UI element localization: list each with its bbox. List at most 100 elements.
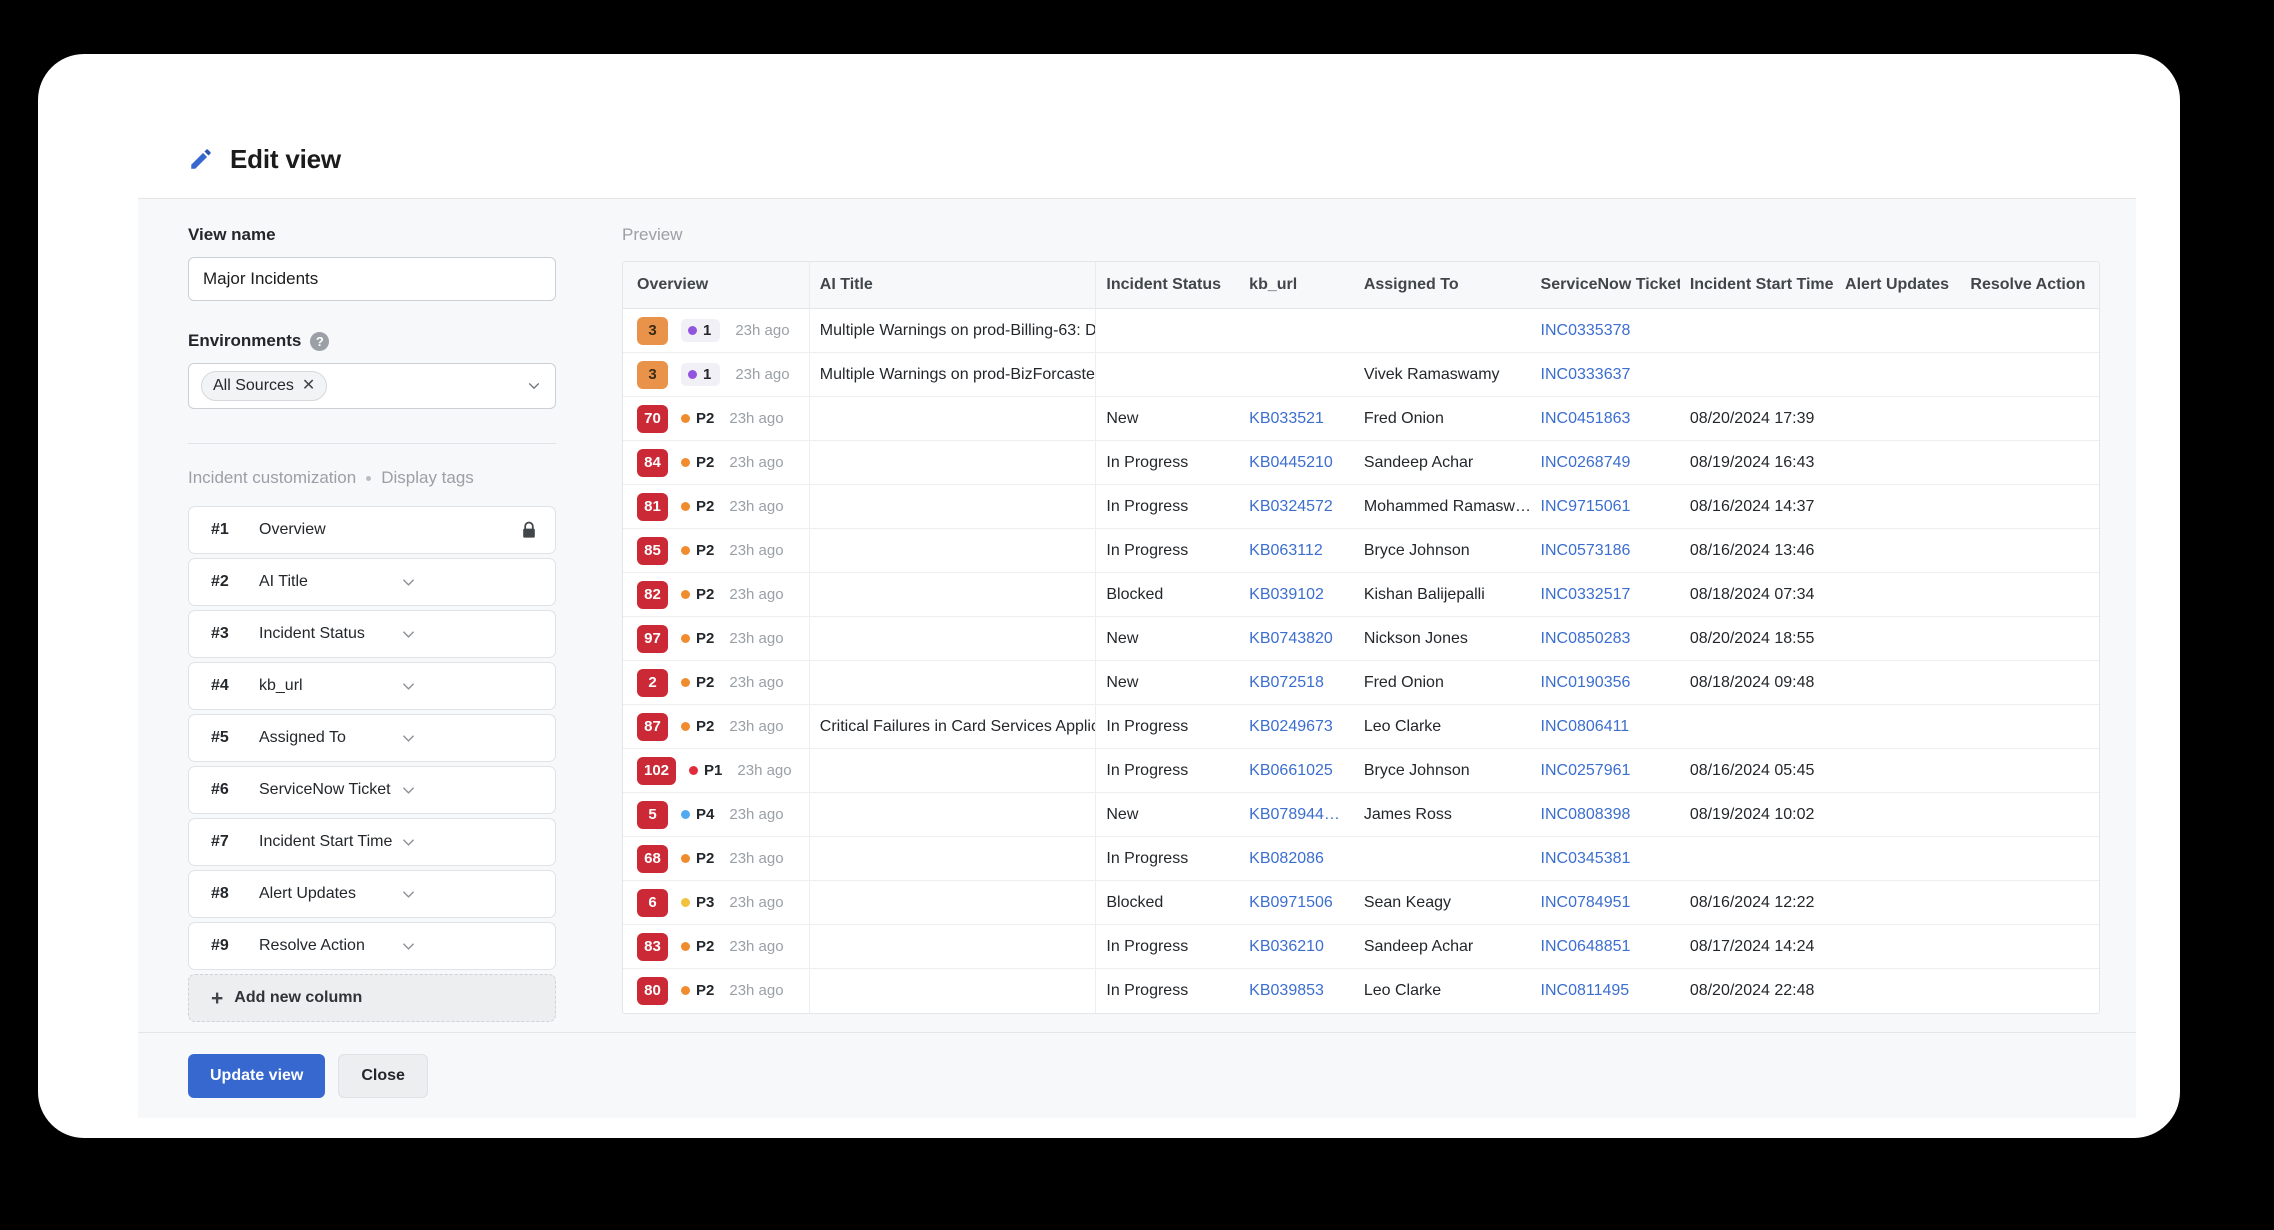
column-header-incident-start-time[interactable]: Incident Start Time [1679,262,1836,309]
close-button[interactable]: Close [338,1053,428,1098]
cell-alert-updates [1835,792,1961,837]
table-row[interactable]: 2 P2 23h ago New KB072518 Fred Onion INC019035… [623,660,2099,705]
table-row[interactable]: 97 P2 23h ago New KB0743820 Nickson Jones INC0… [623,616,2099,661]
cell-servicenow-ticket-value[interactable]: INC0257961 [1541,762,1631,779]
table-row[interactable]: 70 P2 23h ago New KB033521 Fred Onion INC04518… [623,396,2099,441]
priority-badge: P2 [681,850,714,867]
cell-ai-title [809,836,1097,881]
cell-servicenow-ticket-value[interactable]: INC9715061 [1541,498,1631,515]
chevron-down-icon[interactable] [401,939,416,954]
cell-kb-url-value[interactable]: KB0445210 [1249,454,1333,471]
column-item-resolve-action[interactable]: #9 Resolve Action [188,922,556,970]
column-item-kb-url[interactable]: #4 kb_url [188,662,556,710]
column-header-incident-status[interactable]: Incident Status [1095,262,1240,309]
cell-servicenow-ticket-value[interactable]: INC0811495 [1541,982,1630,999]
column-header-servicenow-ticket[interactable]: ServiceNow Ticket [1530,262,1680,309]
chevron-down-icon[interactable] [401,731,416,746]
cell-servicenow-ticket-value[interactable]: INC0333637 [1541,366,1631,383]
cell-ai-title: Critical Failures in Card Services Appli… [809,704,1097,749]
table-row[interactable]: 82 P2 23h ago Blocked KB039102 Kishan Balijep… [623,572,2099,617]
column-item-servicenow-ticket[interactable]: #6 ServiceNow Ticket [188,766,556,814]
question-mark-icon[interactable]: ? [310,331,330,351]
cell-assigned-to-value: Fred Onion [1363,673,1444,691]
column-item-incident-start-time[interactable]: #7 Incident Start Time [188,818,556,866]
column-item-ai-title[interactable]: #2 AI Title [188,558,556,606]
table-row[interactable]: 85 P2 23h ago In Progress KB063112 Bryce John… [623,528,2099,573]
table-row[interactable]: 5 P4 23h ago New KB078944… James Ross INC08083… [623,792,2099,837]
table-row[interactable]: 6 P3 23h ago Blocked KB0971506 Sean Keagy INC0… [623,880,2099,925]
chevron-down-icon[interactable] [401,887,416,902]
table-row[interactable]: 68 P2 23h ago In Progress KB082086 INC0345381 [623,836,2099,881]
column-header-overview[interactable]: Overview [623,262,810,309]
cell-servicenow-ticket-value[interactable]: INC0268749 [1541,454,1631,471]
relative-time: 23h ago [729,542,784,559]
cell-servicenow-ticket-value[interactable]: INC0190356 [1541,674,1631,691]
chevron-down-icon[interactable] [401,627,416,642]
cell-servicenow-ticket-value[interactable]: INC0648851 [1541,938,1631,955]
cell-servicenow-ticket-value[interactable]: INC0850283 [1541,630,1631,647]
close-icon[interactable]: ✕ [302,378,315,394]
priority-label: P2 [696,718,715,735]
cell-servicenow-ticket-value[interactable]: INC0573186 [1541,542,1631,559]
cell-assigned-to-value: James Ross [1363,805,1452,823]
column-rank: #1 [211,521,229,538]
table-row[interactable]: 3 1 23h ago Multiple Warnings on prod-BizFo… [623,352,2099,397]
chevron-down-icon[interactable] [401,679,416,694]
table-row[interactable]: 102 P1 23h ago In Progress KB0661025 Bryce Jo… [623,748,2099,793]
cell-kb-url-value[interactable]: KB0661025 [1249,762,1333,779]
cell-alert-updates [1835,969,1960,1013]
display-tags-label[interactable]: Display tags [381,468,474,488]
table-row[interactable]: 81 P2 23h ago In Progress KB0324572 Mohammed … [623,484,2099,529]
cell-kb-url-value[interactable]: KB082086 [1249,850,1324,867]
cell-kb-url-value[interactable]: KB033521 [1249,410,1324,427]
cell-kb-url-value[interactable]: KB036210 [1249,938,1324,955]
cell-kb-url-value[interactable]: KB078944… [1249,806,1340,823]
column-item-incident-status[interactable]: #3 Incident Status [188,610,556,658]
cell-servicenow-ticket-value[interactable]: INC0335378 [1541,322,1631,339]
column-header-assigned-to[interactable]: Assigned To [1353,262,1531,309]
cell-kb-url-value[interactable]: KB063112 [1249,542,1323,559]
cell-servicenow-ticket-value[interactable]: INC0806411 [1541,718,1630,735]
table-row[interactable]: 83 P2 23h ago In Progress KB036210 Sandeep Ac… [623,924,2099,969]
environment-chip[interactable]: All Sources ✕ [201,371,328,401]
column-item-alert-updates[interactable]: #8 Alert Updates [188,870,556,918]
cell-servicenow-ticket-value[interactable]: INC0784951 [1541,894,1631,911]
cell-kb-url-value[interactable]: KB0743820 [1249,630,1333,647]
cell-incident-status-value: In Progress [1106,761,1189,779]
column-item-assigned-to[interactable]: #5 Assigned To [188,714,556,762]
table-row[interactable]: 87 P2 23h ago Critical Failures in Card Ser… [623,704,2099,749]
cell-kb-url-value[interactable]: KB039853 [1249,982,1324,999]
column-header-ai-title[interactable]: AI Title [809,262,1097,309]
cell-kb-url-value[interactable]: KB0971506 [1249,894,1333,911]
chevron-down-icon[interactable] [401,575,416,590]
update-view-button[interactable]: Update view [188,1053,326,1098]
cell-servicenow-ticket-value[interactable]: INC0332517 [1541,586,1631,603]
cell-alert-updates [1835,572,1961,617]
cell-kb-url-value[interactable]: KB039102 [1249,586,1324,603]
cell-overview: 5 P4 23h ago [623,792,810,837]
relative-time: 23h ago [729,410,784,427]
environments-select[interactable]: All Sources ✕ [188,363,556,409]
cell-alert-updates [1835,924,1961,969]
alert-count-badge: 3 [637,316,668,345]
column-header-resolve-action[interactable]: Resolve Action [1960,262,2099,309]
view-name-input[interactable] [188,257,556,301]
cell-kb-url-value[interactable]: KB0324572 [1249,498,1333,515]
column-header-kb-url[interactable]: kb_url [1239,262,1354,309]
column-item-overview[interactable]: #1 Overview [188,506,556,554]
cell-incident-status-value: In Progress [1106,541,1189,559]
chevron-down-icon[interactable] [401,783,416,798]
cell-servicenow-ticket-value[interactable]: INC0451863 [1541,410,1631,427]
table-row[interactable]: 84 P2 23h ago In Progress KB0445210 Sandeep A… [623,440,2099,485]
cell-servicenow-ticket-value[interactable]: INC0345381 [1541,850,1631,867]
cell-kb-url-value[interactable]: KB0249673 [1249,718,1333,735]
add-new-column-button[interactable]: + Add new column [188,974,556,1022]
relative-time: 23h ago [729,454,784,471]
table-row[interactable]: 80 P2 23h ago In Progress KB039853 Leo Clarke… [623,968,2099,1013]
cell-servicenow-ticket-value[interactable]: INC0808398 [1541,806,1631,823]
table-row[interactable]: 3 1 23h ago Multiple Warnings on prod-Billi… [623,308,2099,353]
column-header-alert-updates[interactable]: Alert Updates [1835,262,1961,309]
cell-kb-url-value[interactable]: KB072518 [1249,674,1324,691]
chevron-down-icon[interactable] [401,835,416,850]
cell-ai-title-value: Multiple Warnings on prod-Billing-63: D… [819,321,1096,339]
